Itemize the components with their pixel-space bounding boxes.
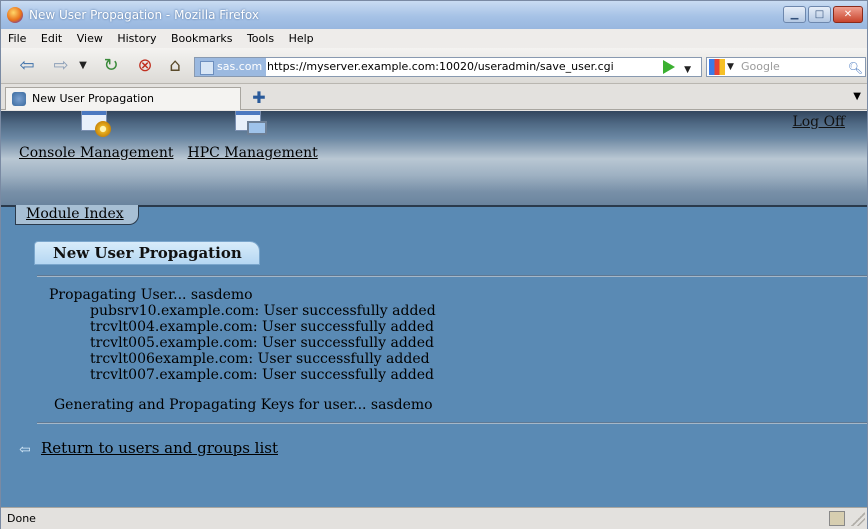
back-arrow-icon[interactable]: ⇦ — [17, 56, 37, 76]
app-launcher: Console Management HPC Management — [19, 111, 318, 161]
status-icon[interactable] — [829, 511, 845, 526]
site-identity-badge[interactable]: sas.com — [195, 58, 267, 76]
hpc-management-label[interactable]: HPC Management — [187, 145, 317, 161]
menu-edit[interactable]: Edit — [41, 32, 62, 45]
generating-line: Generating and Propagating Keys for user… — [54, 397, 433, 413]
back-arrow-icon[interactable]: ⇦ — [19, 442, 35, 458]
host-result: trcvlt007.example.com: User successfully… — [90, 367, 435, 383]
menu-bookmarks[interactable]: Bookmarks — [171, 32, 232, 45]
navigation-toolbar: ⇦ ⇨ ▼ ↻ ⊗ ⌂ sas.com https://myserver.exa… — [1, 48, 867, 84]
maximize-button[interactable]: □ — [808, 6, 831, 23]
propagation-log: Propagating User... sasdemo pubsrv10.exa… — [49, 287, 436, 383]
home-icon[interactable]: ⌂ — [165, 56, 185, 76]
title-bar[interactable]: New User Propagation - Mozilla Firefox ▁… — [1, 1, 867, 29]
reload-icon[interactable]: ↻ — [101, 56, 121, 76]
url-bar[interactable]: sas.com https://myserver.example.com:100… — [194, 57, 702, 77]
tab-label: New User Propagation — [32, 92, 155, 105]
search-box[interactable]: ▼ Google 🔍︎ — [706, 57, 866, 77]
host-result: pubsrv10.example.com: User successfully … — [90, 303, 436, 319]
console-management-link[interactable]: Console Management — [19, 111, 173, 161]
host-result: trcvlt006example.com: User successfully … — [90, 351, 430, 367]
window-title: New User Propagation - Mozilla Firefox — [29, 8, 259, 22]
host-result: trcvlt004.example.com: User successfully… — [90, 319, 435, 335]
divider — [37, 422, 867, 424]
minimize-button[interactable]: ▁ — [783, 6, 806, 23]
tab-list-dropdown-icon[interactable]: ▼ — [853, 91, 861, 102]
firefox-icon — [7, 7, 23, 23]
propagating-line: Propagating User... sasdemo — [49, 287, 253, 303]
menu-file[interactable]: File — [8, 32, 26, 45]
new-tab-icon[interactable]: ✚ — [249, 89, 269, 107]
hpc-management-icon[interactable] — [235, 111, 268, 139]
tab-new-user-propagation[interactable]: New User Propagation — [5, 87, 241, 110]
status-bar: Done — [1, 507, 867, 529]
tab-bar: New User Propagation ✚ ▼ — [1, 84, 867, 110]
status-text: Done — [7, 512, 36, 525]
forward-arrow-icon[interactable]: ⇨ — [51, 56, 71, 76]
resize-grip-icon[interactable] — [851, 512, 865, 526]
menu-bar: File Edit View History Bookmarks Tools H… — [1, 29, 867, 48]
engine-dropdown-icon[interactable]: ▼ — [727, 58, 734, 76]
page-content: Log Off Console Management HPC Managemen… — [1, 111, 867, 507]
console-management-label[interactable]: Console Management — [19, 145, 173, 161]
go-arrow-icon[interactable] — [663, 60, 675, 74]
google-engine-icon[interactable] — [709, 59, 725, 75]
tab-favicon-icon — [12, 92, 26, 106]
search-icon[interactable]: 🔍︎ — [848, 59, 863, 77]
console-management-icon[interactable] — [81, 111, 113, 139]
module-index-tab[interactable]: Module Index — [15, 205, 139, 225]
menu-history[interactable]: History — [117, 32, 156, 45]
url-dropdown-icon[interactable]: ▼ — [684, 61, 691, 79]
close-button[interactable]: ✕ — [833, 6, 863, 23]
menu-view[interactable]: View — [77, 32, 103, 45]
return-link-row: ⇦ Return to users and groups list — [19, 439, 278, 458]
search-placeholder: Google — [741, 60, 780, 73]
logoff-link[interactable]: Log Off — [792, 114, 845, 130]
host-result: trcvlt005.example.com: User successfully… — [90, 335, 435, 351]
menu-help[interactable]: Help — [289, 32, 314, 45]
history-dropdown-icon[interactable]: ▼ — [73, 56, 93, 76]
browser-window: New User Propagation - Mozilla Firefox ▁… — [0, 0, 868, 529]
page-header: Log Off — [1, 111, 867, 139]
page-title: New User Propagation — [34, 241, 260, 265]
menu-tools[interactable]: Tools — [247, 32, 274, 45]
hpc-management-link[interactable]: HPC Management — [187, 111, 318, 161]
stop-icon[interactable]: ⊗ — [135, 56, 155, 76]
divider — [37, 275, 867, 277]
url-text: https://myserver.example.com:10020/usera… — [267, 60, 614, 73]
return-link[interactable]: Return to users and groups list — [41, 439, 278, 457]
